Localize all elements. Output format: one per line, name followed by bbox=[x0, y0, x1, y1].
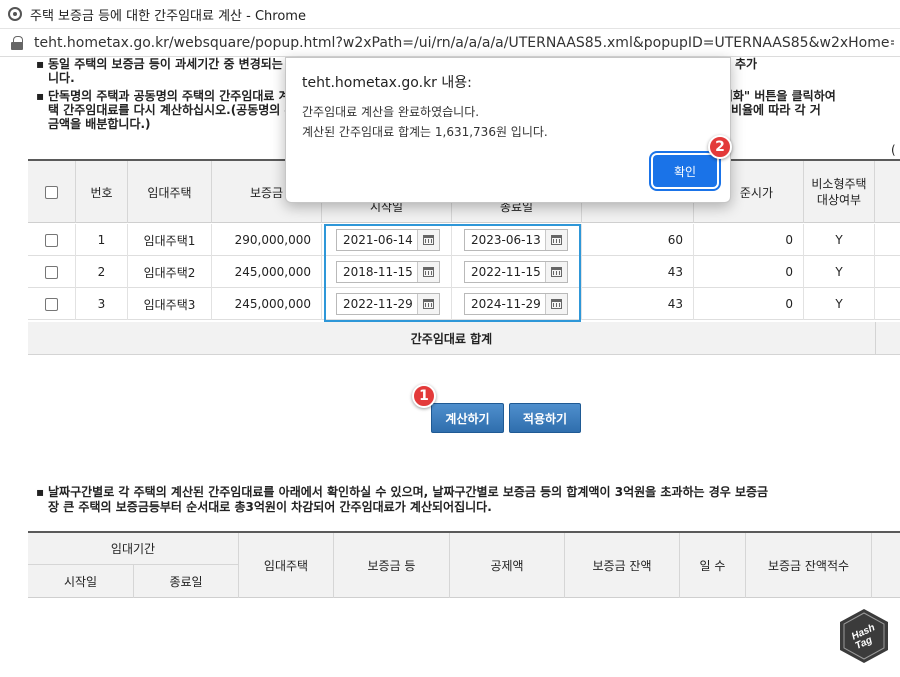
row-checkbox[interactable] bbox=[45, 297, 58, 311]
row-house: 임대주택1 bbox=[128, 224, 212, 256]
alert-dialog: teht.hometax.go.kr 내용: 간주임대료 계산을 완료하였습니다… bbox=[285, 57, 731, 203]
calendar-button[interactable] bbox=[417, 294, 439, 314]
calendar-icon bbox=[551, 235, 562, 245]
notice-text: 장 큰 주택의 보증금등부터 순서대로 총3억원이 차감되어 간주임대료가 계산… bbox=[48, 500, 492, 514]
end-date-value: 2022-11-15 bbox=[471, 265, 541, 279]
row-deposit: 245,000,000 bbox=[212, 256, 322, 288]
step-badge-2: 2 bbox=[708, 135, 732, 159]
calendar-button[interactable] bbox=[417, 262, 439, 282]
window-title: 주택 보증금 등에 대한 간주임대료 계산 - Chrome bbox=[30, 8, 306, 24]
calculate-button[interactable]: 계산하기 bbox=[431, 403, 504, 433]
app-icon bbox=[8, 7, 22, 21]
address-bar[interactable]: teht.hometax.go.kr/websquare/popup.html?… bbox=[0, 29, 900, 57]
dialog-message-line: 계산된 간주임대료 합계는 1,631,736원 입니다. bbox=[302, 125, 548, 139]
header-house: 임대주택 bbox=[239, 533, 334, 598]
notice-item: ▪ 날짜구간별로 각 주택의 계산된 간주임대료를 아래에서 확인하실 수 있으… bbox=[36, 485, 900, 515]
calendar-icon bbox=[551, 299, 562, 309]
row-small-house-flag: Y bbox=[804, 288, 875, 320]
header-deduction: 공제액 bbox=[450, 533, 565, 598]
sum-label: 간주임대료 합계 bbox=[410, 332, 493, 346]
select-all-checkbox[interactable] bbox=[45, 185, 58, 199]
header-deposit: 보증금 등 bbox=[334, 533, 450, 598]
row-days: 60 bbox=[582, 224, 694, 256]
header-period-end: 종료일 bbox=[134, 565, 239, 598]
end-date-input[interactable]: 2022-11-15 bbox=[464, 261, 568, 283]
header-house: 임대주택 bbox=[128, 161, 212, 223]
row-checkbox[interactable] bbox=[45, 265, 58, 279]
dialog-ok-button[interactable]: 확인 bbox=[653, 155, 717, 187]
end-date-value: 2023-06-13 bbox=[471, 233, 541, 247]
calendar-button[interactable] bbox=[545, 262, 567, 282]
header-select-all bbox=[28, 161, 76, 223]
row-house: 임대주택2 bbox=[128, 256, 212, 288]
row-number: 3 bbox=[76, 288, 128, 320]
header-extra bbox=[875, 161, 900, 223]
end-date-input[interactable]: 2023-06-13 bbox=[464, 229, 568, 251]
header-small-house: 비소형주택 대상여부 bbox=[804, 161, 875, 223]
table-row: 2 임대주택2 245,000,000 2018-11-15 2022-11-1… bbox=[28, 256, 900, 288]
start-date-value: 2022-11-29 bbox=[343, 297, 413, 311]
calendar-icon bbox=[423, 235, 434, 245]
notice-text: 날짜구간별로 각 주택의 계산된 간주임대료를 아래에서 확인하실 수 있으며,… bbox=[48, 485, 769, 499]
row-house: 임대주택3 bbox=[128, 288, 212, 320]
dialog-message-line: 간주임대료 계산을 완료하였습니다. bbox=[302, 105, 480, 119]
row-number: 1 bbox=[76, 224, 128, 256]
row-small-house-flag: Y bbox=[804, 224, 875, 256]
detail-table-header: 임대기간 시작일 종료일 임대주택 보증금 등 공제액 보증금 잔액 일 수 보… bbox=[28, 533, 900, 598]
calendar-icon bbox=[551, 267, 562, 277]
dialog-message: 간주임대료 계산을 완료하였습니다. 계산된 간주임대료 합계는 1,631,7… bbox=[302, 102, 548, 142]
start-date-input[interactable]: 2018-11-15 bbox=[336, 261, 440, 283]
calendar-button[interactable] bbox=[545, 294, 567, 314]
row-days: 43 bbox=[582, 256, 694, 288]
url-text[interactable]: teht.hometax.go.kr/websquare/popup.html?… bbox=[34, 35, 894, 51]
calendar-icon bbox=[423, 299, 434, 309]
row-small-house-flag: Y bbox=[804, 256, 875, 288]
row-checkbox[interactable] bbox=[45, 233, 58, 247]
header-accum: 보증금 잔액적수 bbox=[746, 533, 872, 598]
hashtag-watermark: Hash Tag bbox=[840, 609, 888, 663]
start-date-value: 2018-11-15 bbox=[343, 265, 413, 279]
lock-icon[interactable] bbox=[10, 35, 24, 50]
row-number: 2 bbox=[76, 256, 128, 288]
start-date-input[interactable]: 2022-11-29 bbox=[336, 293, 440, 315]
header-days: 일 수 bbox=[680, 533, 746, 598]
calendar-button[interactable] bbox=[545, 230, 567, 250]
window-titlebar: 주택 보증금 등에 대한 간주임대료 계산 - Chrome bbox=[0, 0, 900, 29]
calendar-button[interactable] bbox=[417, 230, 439, 250]
calendar-icon bbox=[423, 267, 434, 277]
row-standard-price: 0 bbox=[694, 224, 804, 256]
row-deposit: 245,000,000 bbox=[212, 288, 322, 320]
table-row: 3 임대주택3 245,000,000 2022-11-29 2024-11-2… bbox=[28, 288, 900, 320]
header-balance: 보증금 잔액 bbox=[565, 533, 680, 598]
header-extra bbox=[872, 533, 900, 598]
sum-row: 간주임대료 합계 bbox=[28, 322, 900, 355]
start-date-input[interactable]: 2021-06-14 bbox=[336, 229, 440, 251]
row-standard-price: 0 bbox=[694, 288, 804, 320]
step-badge-1: 1 bbox=[412, 384, 436, 408]
apply-button[interactable]: 적용하기 bbox=[509, 403, 581, 433]
row-deposit: 290,000,000 bbox=[212, 224, 322, 256]
unit-label: ( bbox=[891, 143, 896, 157]
header-period: 임대기간 bbox=[28, 533, 239, 565]
end-date-value: 2024-11-29 bbox=[471, 297, 541, 311]
header-period-start: 시작일 bbox=[28, 565, 134, 598]
row-standard-price: 0 bbox=[694, 256, 804, 288]
dialog-title: teht.hometax.go.kr 내용: bbox=[302, 75, 472, 91]
start-date-value: 2021-06-14 bbox=[343, 233, 413, 247]
header-number: 번호 bbox=[76, 161, 128, 223]
row-days: 43 bbox=[582, 288, 694, 320]
end-date-input[interactable]: 2024-11-29 bbox=[464, 293, 568, 315]
table-row: 1 임대주택1 290,000,000 2021-06-14 2023-06-1… bbox=[28, 224, 900, 256]
